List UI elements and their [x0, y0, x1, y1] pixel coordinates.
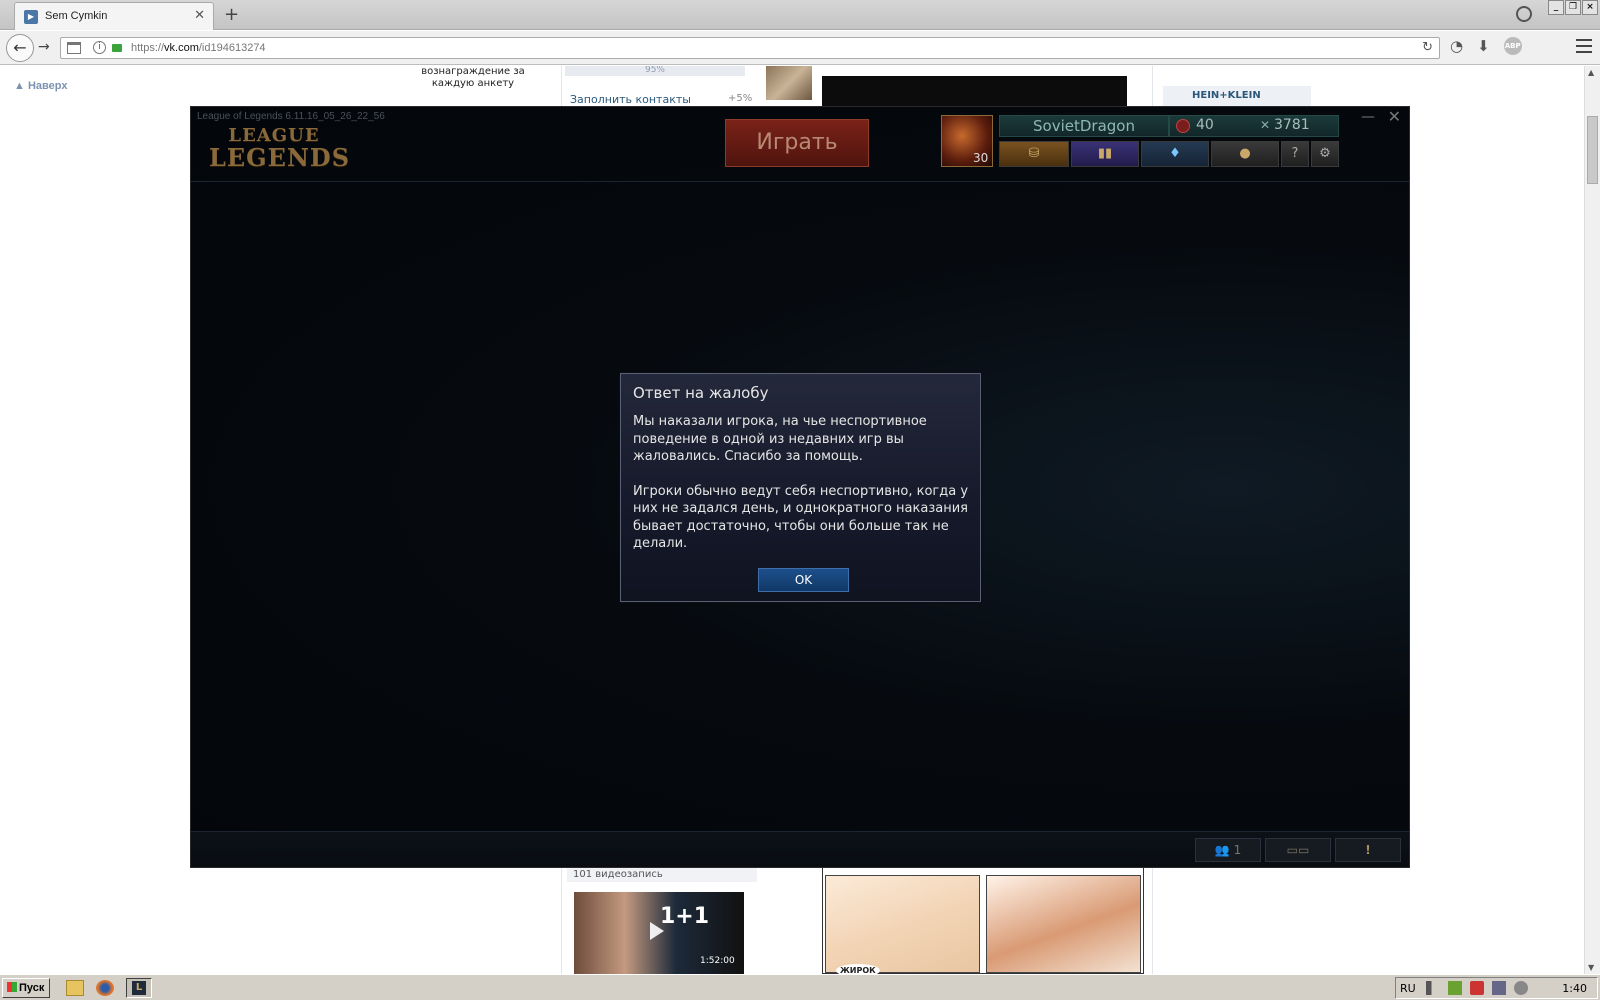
language-indicator[interactable]: RU [1400, 982, 1416, 995]
influence-points-value: 3781 [1274, 117, 1310, 133]
browser-tabbar: ▶ Sem Cymkin ✕ + _ ❐ × [0, 0, 1600, 30]
summoner-name[interactable]: SovietDragon [999, 115, 1169, 137]
client-nav: ⛁ ▮▮ ♦ ● ? ⚙ [999, 141, 1341, 167]
store-icon[interactable]: ⛁ [999, 141, 1069, 167]
tray-icons [1426, 981, 1536, 995]
new-tab-button[interactable]: + [224, 4, 239, 25]
library-icon[interactable] [67, 42, 81, 54]
download-icon[interactable]: ⬇ [1477, 37, 1490, 55]
toolbar-icons: ◔ ⬇ ABP [1450, 37, 1536, 55]
firefox-icon[interactable] [96, 980, 114, 996]
currency-bar[interactable]: 40 ✕ 3781 [1169, 115, 1339, 137]
reload-icon[interactable]: ↻ [1422, 40, 1433, 55]
window-close-button[interactable]: × [1582, 0, 1598, 15]
window-minimize-button[interactable]: _ [1548, 0, 1564, 15]
vk-favicon-icon: ▶ [24, 10, 38, 24]
adblock-icon[interactable]: ABP [1503, 37, 1522, 55]
fill-contacts-link[interactable]: Заполнить контакты [570, 93, 691, 106]
url-text[interactable]: https://vk.com/id194613274 [131, 42, 266, 54]
url-domain: vk.com [164, 42, 199, 54]
friends-button[interactable]: 👥 1 [1195, 838, 1261, 862]
lock-icon [112, 44, 122, 52]
site-info-icon[interactable]: i [93, 41, 106, 54]
comic-image[interactable]: ЖИРОК [822, 856, 1144, 974]
folder-icon[interactable] [66, 980, 84, 996]
settings-gear-icon[interactable]: ⚙ [1311, 141, 1339, 167]
sync-icon[interactable]: ◔ [1450, 37, 1463, 55]
url-bar[interactable]: i https://vk.com/id194613274 ↻ [60, 37, 1440, 59]
forward-button[interactable]: → [38, 39, 50, 55]
dialog-paragraph: Игроки обычно ведут себя неспортивно, ко… [633, 483, 969, 552]
clock[interactable]: 1:40 [1562, 982, 1587, 995]
influence-points-icon: ✕ [1260, 118, 1271, 132]
taskbar: Пуск L RU 1:40 [0, 974, 1600, 1000]
comic-panel [986, 875, 1141, 973]
scroll-top-label: Наверх [27, 80, 68, 92]
client-close-icon[interactable]: ✕ [1388, 107, 1401, 126]
riot-points-value: 40 [1196, 117, 1214, 133]
header-divider [191, 181, 1409, 182]
network-icon[interactable] [1492, 981, 1506, 995]
video-title: 1+1 [660, 904, 710, 929]
comic-label: ЖИРОК [836, 964, 880, 974]
summoner-level: 30 [973, 151, 989, 165]
videos-count-header[interactable]: 101 видеозапись [567, 868, 757, 882]
browser-tab[interactable]: ▶ Sem Cymkin ✕ [14, 2, 214, 30]
report-feedback-dialog: Ответ на жалобу Мы наказали игрока, на ч… [620, 373, 981, 602]
speaker-icon[interactable] [1514, 981, 1528, 995]
help-icon[interactable]: ? [1281, 141, 1309, 167]
collection-icon[interactable]: ▮▮ [1071, 141, 1139, 167]
client-minimize-icon[interactable]: — [1361, 109, 1375, 125]
volume-icon[interactable] [1426, 981, 1440, 995]
dialog-paragraph: Мы наказали игрока, на чье неспортивное … [633, 414, 927, 464]
friends-count: 1 [1233, 843, 1242, 857]
scrollbar-thumb[interactable] [1587, 116, 1598, 184]
play-icon[interactable] [650, 922, 664, 940]
window-controls: _ ❐ × [1547, 0, 1598, 15]
nvidia-icon[interactable] [1448, 981, 1462, 995]
fill-contacts-percent: +5% [728, 93, 753, 104]
scroll-up-icon[interactable]: ▲ [1588, 68, 1594, 77]
friend-avatar[interactable] [766, 66, 812, 100]
windows-logo-icon [7, 982, 17, 992]
alert-button[interactable]: ! [1335, 838, 1401, 862]
taskbar-lol-button[interactable]: L [126, 978, 152, 998]
lol-logo: LEAGUE LEGENDS [209, 125, 351, 172]
ad-title[interactable]: HEIN+KLEIN [1192, 90, 1261, 101]
system-tray: RU 1:40 [1395, 977, 1598, 999]
url-path: /id194613274 [198, 42, 266, 54]
profile-progress: 95% [565, 66, 745, 76]
lol-client-window: League of Legends 6.11.16_05_26_22_56 LE… [190, 106, 1410, 868]
tab-close-icon[interactable]: ✕ [194, 8, 205, 23]
riot-points-icon [1176, 119, 1190, 133]
dialog-title: Ответ на жалобу [633, 384, 769, 402]
start-label: Пуск [19, 982, 45, 994]
profile-icon[interactable]: ● [1211, 141, 1279, 167]
history-icon[interactable] [1516, 6, 1532, 22]
ok-button[interactable]: OK [758, 568, 849, 592]
hamburger-menu-icon[interactable] [1576, 39, 1592, 57]
video-duration: 1:52:00 [700, 956, 735, 966]
comic-panel: ЖИРОК [825, 875, 980, 974]
window-restore-button[interactable]: ❐ [1565, 0, 1581, 15]
scroll-down-icon[interactable]: ▼ [1588, 963, 1594, 972]
tab-title: Sem Cymkin [45, 10, 108, 22]
warning-icon[interactable] [1470, 981, 1484, 995]
reward-text: вознаграждение за каждую анкету [421, 66, 525, 89]
url-prefix: https:// [131, 42, 165, 54]
play-button[interactable]: Играть [725, 119, 869, 167]
client-footer: 👥 1 ▭▭ ! [191, 831, 1409, 867]
dialog-body: Мы наказали игрока, на чье неспортивное … [633, 413, 973, 570]
chat-icon[interactable]: ▭▭ [1265, 838, 1331, 862]
start-button[interactable]: Пуск [2, 978, 50, 998]
back-button[interactable]: ← [6, 34, 34, 62]
lol-app-icon: L [132, 981, 146, 995]
browser-navbar: ← → i https://vk.com/id194613274 ↻ ◔ ⬇ A… [0, 31, 1600, 65]
page-scrollbar[interactable]: ▲ ▼ [1584, 66, 1600, 974]
logo-line-legends: LEGENDS [209, 143, 351, 172]
client-build-version: League of Legends 6.11.16_05_26_22_56 [197, 111, 385, 122]
crafting-icon[interactable]: ♦ [1141, 141, 1209, 167]
scroll-to-top-link[interactable]: ▲ Наверх [14, 80, 67, 92]
